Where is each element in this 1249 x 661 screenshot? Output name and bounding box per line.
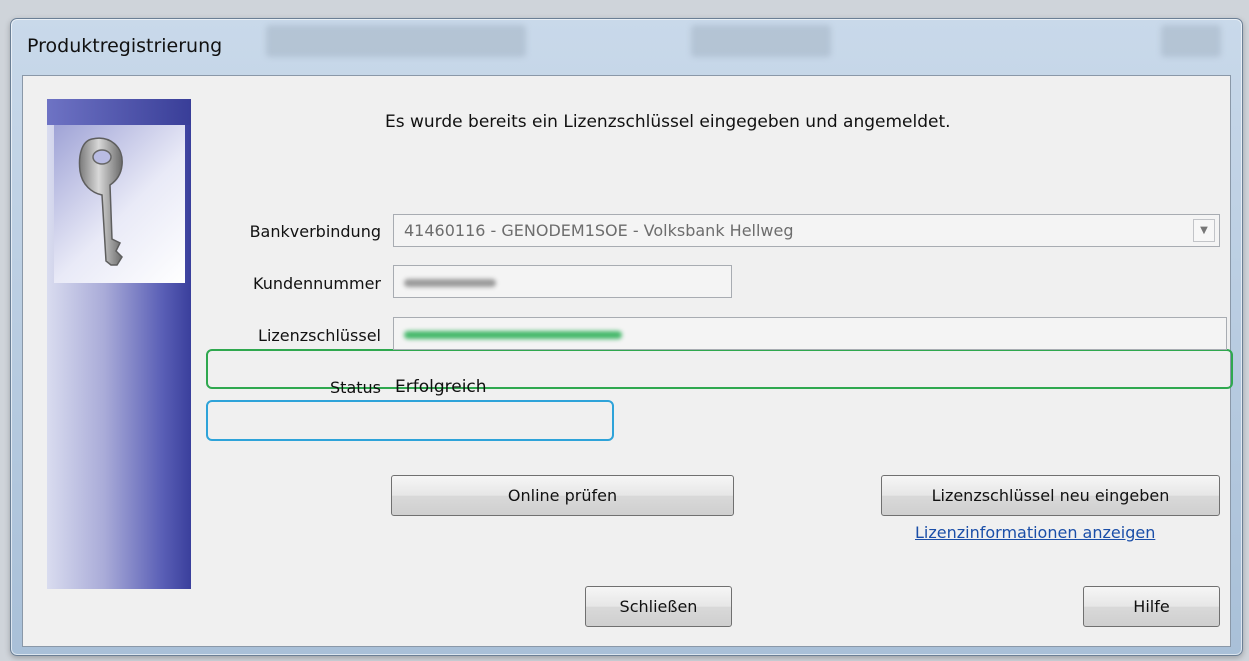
reenter-license-key-button[interactable]: Lizenzschlüssel neu eingeben (881, 475, 1220, 516)
license-key-redacted (404, 330, 622, 339)
license-key-label: Lizenzschlüssel (258, 326, 381, 345)
bank-connection-select[interactable]: 41460116 - GENODEM1SOE - Volksbank Hellw… (393, 214, 1220, 247)
key-icon (78, 137, 123, 266)
license-key-field[interactable] (393, 317, 1227, 350)
customer-number-redacted (404, 278, 496, 287)
customer-number-field[interactable] (393, 265, 732, 298)
key-image-panel (54, 125, 185, 283)
status-value: Erfolgreich (395, 377, 487, 397)
close-button[interactable]: Schließen (585, 586, 732, 627)
chevron-down-icon[interactable]: ▼ (1193, 219, 1215, 242)
dialog-title: Produktregistrierung (27, 35, 223, 57)
help-button[interactable]: Hilfe (1083, 586, 1220, 627)
online-check-button[interactable]: Online prüfen (391, 475, 734, 516)
status-highlight (206, 400, 614, 441)
background-window-blur (691, 25, 831, 57)
license-info-link[interactable]: Lizenzinformationen anzeigen (915, 523, 1155, 542)
bank-connection-label: Bankverbindung (249, 222, 381, 241)
info-message: Es wurde bereits ein Lizenzschlüssel ein… (385, 112, 951, 132)
sidebar-header-strip (47, 99, 191, 125)
sidebar-graphic (47, 99, 191, 589)
background-window-blur (1161, 25, 1221, 57)
customer-number-label: Kundennummer (253, 274, 381, 293)
background-window-blur (266, 25, 526, 57)
bank-connection-value: 41460116 - GENODEM1SOE - Volksbank Hellw… (404, 221, 794, 240)
status-label: Status (330, 378, 381, 397)
dialog-client-area: Es wurde bereits ein Lizenzschlüssel ein… (22, 75, 1233, 647)
registration-dialog: Produktregistrierung Es wurde bereits ei… (10, 18, 1243, 656)
